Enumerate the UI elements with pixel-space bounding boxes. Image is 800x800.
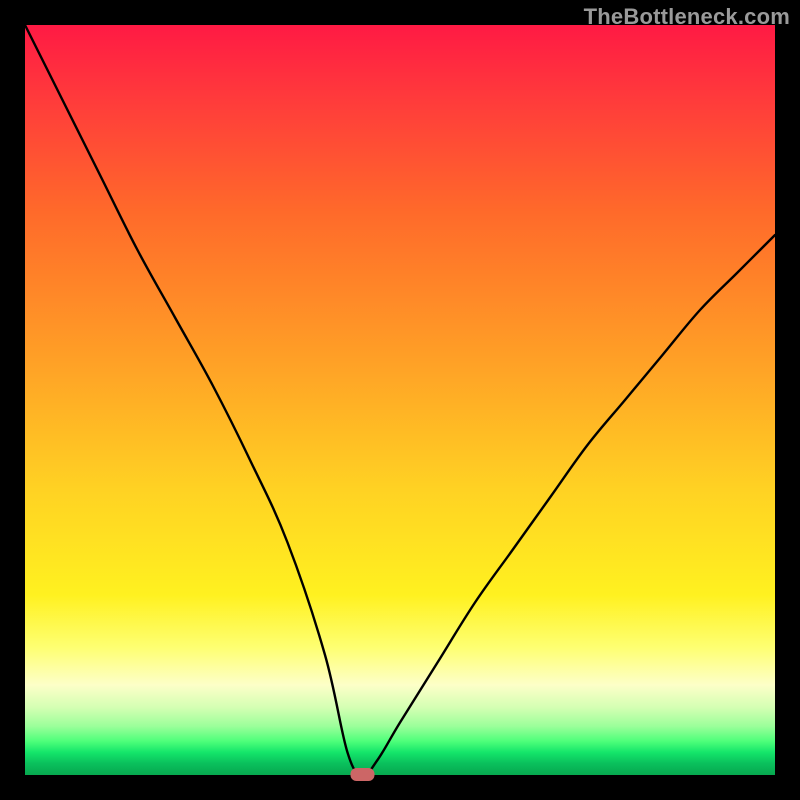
bottleneck-curve: [25, 25, 775, 775]
chart-frame: TheBottleneck.com: [0, 0, 800, 800]
plot-area: [25, 25, 775, 775]
min-marker: [351, 768, 375, 781]
chart-svg: [25, 25, 775, 775]
